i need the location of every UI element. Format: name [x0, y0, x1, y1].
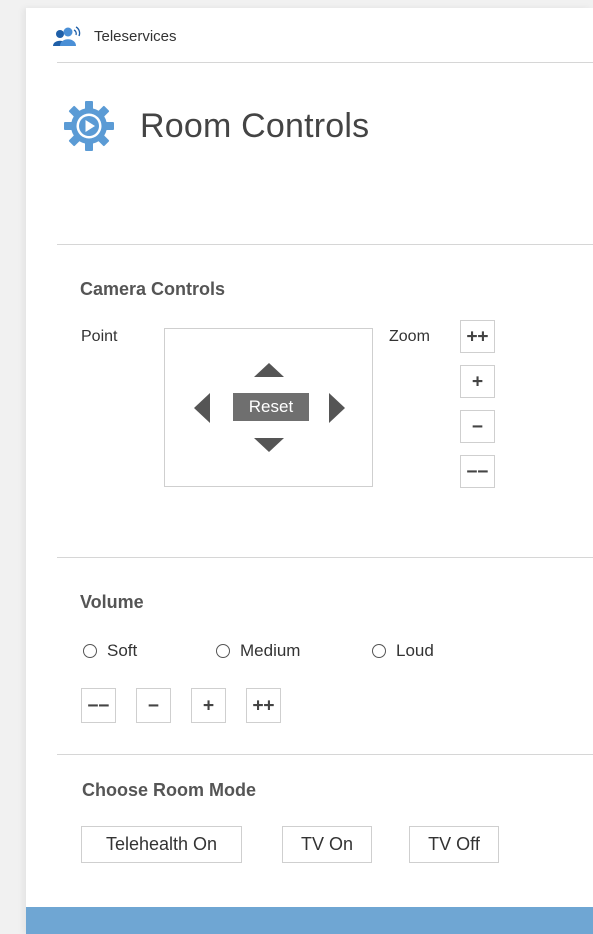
tv-on-button[interactable]: TV On — [282, 826, 372, 863]
page-header: Room Controls — [62, 84, 369, 169]
radio-circle-icon — [372, 644, 386, 658]
arrow-down-icon[interactable] — [253, 437, 285, 453]
zoom-in-fast-button[interactable]: ++ — [460, 320, 495, 353]
volume-radio-medium[interactable]: Medium — [216, 641, 300, 661]
zoom-label: Zoom — [389, 328, 430, 345]
arrow-right-icon[interactable] — [328, 392, 346, 424]
page-title: Room Controls — [140, 106, 370, 145]
arrow-left-icon[interactable] — [193, 392, 211, 424]
zoom-out-button[interactable]: − — [460, 410, 495, 443]
room-mode-title: Choose Room Mode — [82, 780, 256, 800]
divider — [57, 754, 593, 755]
zoom-in-button[interactable]: + — [460, 365, 495, 398]
app-header: Teleservices — [50, 24, 177, 48]
users-broadcast-icon — [53, 26, 81, 46]
arrow-up-icon[interactable] — [253, 362, 285, 378]
volume-down-button[interactable]: − — [136, 688, 171, 723]
reset-button[interactable]: Reset — [233, 393, 309, 421]
telehealth-on-button[interactable]: Telehealth On — [81, 826, 242, 863]
radio-label: Medium — [240, 641, 301, 660]
divider — [57, 62, 593, 63]
tv-off-button[interactable]: TV Off — [409, 826, 499, 863]
volume-radio-loud[interactable]: Loud — [372, 641, 434, 661]
volume-up-button[interactable]: + — [191, 688, 226, 723]
volume-radio-soft[interactable]: Soft — [83, 641, 137, 661]
radio-circle-icon — [83, 644, 97, 658]
point-label: Point — [81, 328, 118, 345]
divider — [57, 244, 593, 245]
camera-controls-title: Camera Controls — [80, 279, 226, 299]
divider — [57, 557, 593, 558]
volume-down-fast-button[interactable]: −− — [81, 688, 116, 723]
volume-title: Volume — [80, 592, 144, 612]
radio-label: Loud — [396, 641, 434, 660]
radio-circle-icon — [216, 644, 230, 658]
app-name: Teleservices — [94, 27, 177, 45]
radio-label: Soft — [107, 641, 138, 660]
zoom-out-fast-button[interactable]: −− — [460, 455, 495, 488]
gear-play-icon — [64, 101, 114, 152]
volume-up-fast-button[interactable]: ++ — [246, 688, 281, 723]
footer-bar — [26, 907, 593, 934]
